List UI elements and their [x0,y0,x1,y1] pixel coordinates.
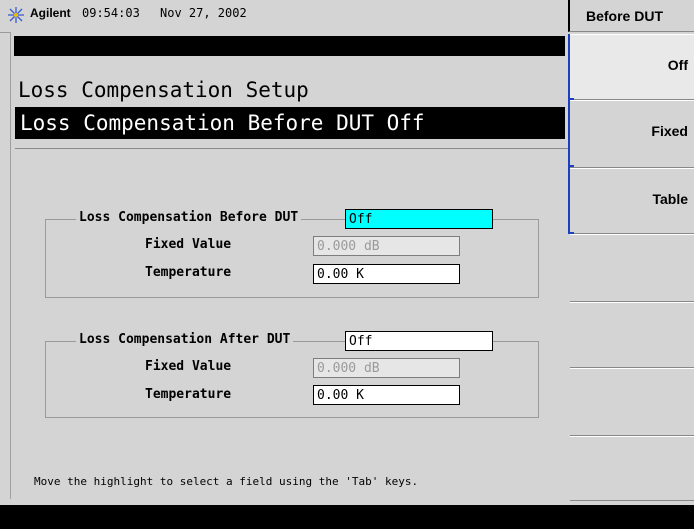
before-dut-mode-field[interactable]: Off [345,209,493,229]
before-temperature-label: Temperature [145,265,232,280]
bracket-tick [568,98,574,100]
softkey-off[interactable]: Off [570,34,694,100]
softkey-4[interactable] [570,234,694,302]
softkey-6[interactable] [570,368,694,436]
softkey-fixed[interactable]: Fixed [570,100,694,168]
before-dut-group [45,219,539,298]
after-fixed-label: Fixed Value [145,359,232,374]
after-temperature-label: Temperature [145,387,232,402]
after-temperature-field[interactable]: 0.00 K [313,385,460,405]
clock: 09:54:03 [82,6,140,20]
page-title: Loss Compensation Setup [18,78,309,102]
divider [15,148,568,149]
bracket-tick [568,165,574,167]
after-fixed-value-field[interactable]: 0.000 dB [313,358,460,378]
softkey-5[interactable] [570,302,694,368]
softkey-label: Off [667,57,688,73]
before-dut-legend: Loss Compensation Before DUT [76,210,302,225]
softkey-7[interactable] [570,436,694,501]
agilent-spark-icon [8,7,24,23]
after-dut-legend: Loss Compensation After DUT [76,332,294,347]
softkey-group-bracket [568,34,576,234]
message-line [14,36,565,56]
softkey-table[interactable]: Table [570,168,694,234]
before-fixed-label: Fixed Value [145,237,232,252]
softkey-label: Fixed [651,123,688,139]
before-fixed-value-field[interactable]: 0.000 dB [313,236,460,256]
bracket-tick [568,232,574,234]
after-dut-group [45,341,539,418]
help-hint: Move the highlight to select a field usi… [34,475,419,488]
softkey-label: Table [652,191,688,207]
active-function-bar: Loss Compensation Before DUT Off [15,107,565,139]
brand-name: Agilent [30,6,71,20]
date: Nov 27, 2002 [160,6,247,20]
bottom-status-bar [0,505,694,529]
softkey-menu-title: Before DUT [568,0,694,32]
status-bar: Agilent 09:54:03 Nov 27, 2002 [0,0,568,33]
after-dut-mode-field[interactable]: Off [345,331,493,351]
before-temperature-field[interactable]: 0.00 K [313,264,460,284]
